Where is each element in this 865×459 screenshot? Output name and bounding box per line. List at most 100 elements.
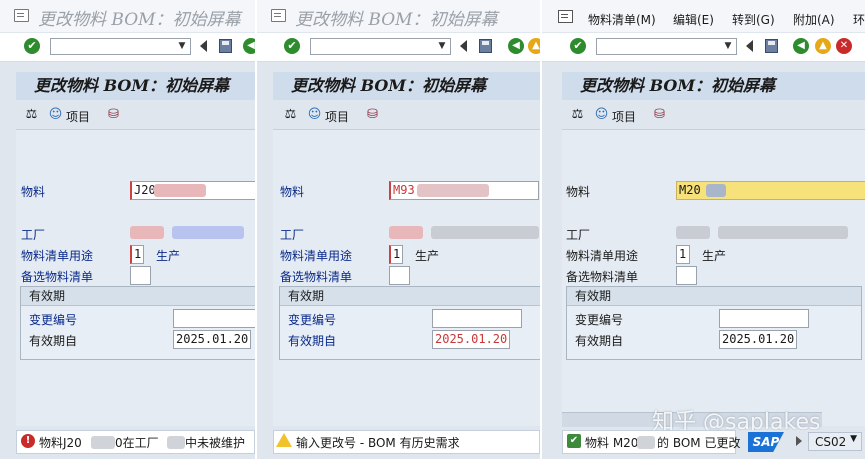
transaction-code: CS02 bbox=[815, 435, 847, 449]
validity-group-title: 有效期 bbox=[21, 287, 255, 306]
bom-usage-text: 生产 bbox=[415, 249, 440, 263]
bom-usage-label: 物料清单用途 bbox=[566, 249, 639, 263]
back-green-icon[interactable]: ◀ bbox=[243, 38, 255, 54]
success-check-icon: ✔ bbox=[567, 434, 581, 448]
chevron-down-icon[interactable]: ▼ bbox=[722, 40, 734, 53]
alt-bom-input[interactable] bbox=[389, 266, 410, 285]
bom-usage-label: 物料清单用途 bbox=[21, 249, 94, 263]
application-toolbar: ⚖ ☺ 项目 ⛁ bbox=[273, 101, 540, 130]
enter-check-icon[interactable]: ✔ bbox=[570, 38, 586, 54]
hierarchy-icon[interactable]: ⚖ bbox=[283, 107, 298, 122]
valid-from-label: 有效期自 bbox=[288, 334, 337, 348]
change-number-input[interactable] bbox=[719, 309, 809, 328]
save-icon[interactable] bbox=[479, 39, 492, 53]
back-arrow-icon[interactable] bbox=[746, 40, 753, 52]
window-title: 更改物料 BOM：初始屏幕 bbox=[295, 10, 498, 30]
alt-bom-input[interactable] bbox=[130, 266, 151, 285]
enter-check-icon[interactable]: ✔ bbox=[24, 38, 40, 54]
print-icon[interactable]: ⛁ bbox=[106, 107, 121, 122]
status-message: 输入更改号 - BOM 有历史需求 bbox=[296, 436, 460, 450]
window-title-bar: 更改物料 BOM：初始屏幕 bbox=[257, 0, 540, 32]
back-arrow-icon[interactable] bbox=[200, 40, 207, 52]
window-menu-icon[interactable] bbox=[271, 9, 286, 22]
chevron-down-icon[interactable]: ▼ bbox=[176, 40, 188, 53]
item-button-label[interactable]: 项目 bbox=[612, 108, 636, 125]
valid-from-input[interactable]: 2025.01.20 bbox=[173, 330, 251, 349]
back-green-icon[interactable]: ◀ bbox=[793, 38, 809, 54]
bom-usage-label: 物料清单用途 bbox=[280, 249, 353, 263]
valid-from-input[interactable]: 2025.01.20 bbox=[432, 330, 510, 349]
menu-bom[interactable]: 物料清单(M) bbox=[588, 11, 656, 28]
change-number-input[interactable] bbox=[173, 309, 255, 328]
material-blur bbox=[706, 184, 726, 197]
initial-screen-form: 物料 J20 工厂 物料清单用途 1 生产 备选物料清单 有效期 变更编号 有效… bbox=[16, 130, 255, 426]
sap-window-2: 更改物料 BOM：初始屏幕 ✔ ▼ ◀ ▲ 更改物料 BOM：初始屏幕 ⚖ ☺ … bbox=[257, 0, 540, 459]
item-person-icon[interactable]: ☺ bbox=[307, 107, 322, 122]
status-bar: 输入更改号 - BOM 有历史需求 bbox=[273, 430, 540, 454]
expand-arrow-icon[interactable] bbox=[796, 436, 802, 446]
change-number-label: 变更编号 bbox=[29, 313, 78, 327]
window-title-bar: 更改物料 BOM：初始屏幕 bbox=[0, 0, 255, 32]
command-field[interactable]: ▼ bbox=[50, 38, 191, 55]
bom-usage-text: 生产 bbox=[702, 249, 727, 263]
validity-group: 有效期 变更编号 有效期自 2025.01.20 bbox=[20, 286, 255, 360]
sap-logo: SAP bbox=[748, 432, 784, 452]
material-blur bbox=[154, 184, 206, 197]
hierarchy-icon[interactable]: ⚖ bbox=[24, 107, 39, 122]
status-blur bbox=[637, 436, 655, 449]
screen-title: 更改物料 BOM：初始屏幕 bbox=[562, 72, 865, 100]
bom-usage-input[interactable]: 1 bbox=[676, 245, 690, 264]
menu-environment[interactable]: 环 bbox=[853, 11, 865, 28]
bom-usage-input[interactable]: 1 bbox=[130, 245, 144, 264]
save-icon[interactable] bbox=[219, 39, 232, 53]
chevron-down-icon[interactable]: ▼ bbox=[436, 40, 448, 53]
change-number-label: 变更编号 bbox=[575, 313, 624, 327]
transaction-box[interactable]: CS02 ▼ bbox=[808, 432, 862, 451]
plant-text-blur bbox=[718, 226, 848, 239]
error-icon: ! bbox=[21, 434, 35, 448]
command-field[interactable]: ▼ bbox=[596, 38, 737, 55]
item-button-label[interactable]: 项目 bbox=[66, 108, 90, 125]
exit-icon[interactable]: ▲ bbox=[528, 38, 540, 54]
enter-check-icon[interactable]: ✔ bbox=[284, 38, 300, 54]
menu-goto[interactable]: 转到(G) bbox=[732, 11, 775, 28]
alt-bom-input[interactable] bbox=[676, 266, 697, 285]
window-menu-icon[interactable] bbox=[558, 10, 573, 23]
menu-bar: 物料清单(M) 编辑(E) 转到(G) 附加(A) 环 bbox=[542, 0, 865, 32]
change-number-input[interactable] bbox=[432, 309, 522, 328]
initial-screen-form: 物料 M93 工厂 物料清单用途 1 生产 备选物料清单 有效期 变更编号 有效… bbox=[273, 130, 540, 426]
alt-bom-label: 备选物料清单 bbox=[21, 270, 94, 284]
window-menu-icon[interactable] bbox=[14, 9, 29, 22]
print-icon[interactable]: ⛁ bbox=[652, 107, 667, 122]
item-button-label[interactable]: 项目 bbox=[325, 108, 349, 125]
change-number-label: 变更编号 bbox=[288, 313, 337, 327]
material-input[interactable]: M20 bbox=[676, 181, 865, 200]
status-bar: ! 物料J20 0在工厂 中未被维护 bbox=[16, 430, 255, 454]
menu-edit[interactable]: 编辑(E) bbox=[673, 11, 714, 28]
plant-label: 工厂 bbox=[280, 228, 305, 242]
system-toolbar: ✔ ▼ ◀ bbox=[0, 33, 255, 62]
item-person-icon[interactable]: ☺ bbox=[594, 107, 609, 122]
back-arrow-icon[interactable] bbox=[460, 40, 467, 52]
item-person-icon[interactable]: ☺ bbox=[48, 107, 63, 122]
validity-group: 有效期 变更编号 有效期自 2025.01.20 bbox=[279, 286, 540, 360]
chevron-down-icon[interactable]: ▼ bbox=[850, 434, 857, 444]
save-icon[interactable] bbox=[765, 39, 778, 53]
initial-screen-form: 物料 M20 工厂 物料清单用途 1 生产 备选物料清单 有效期 变更编号 有效… bbox=[562, 130, 865, 426]
menu-extras[interactable]: 附加(A) bbox=[793, 11, 835, 28]
back-green-icon[interactable]: ◀ bbox=[508, 38, 524, 54]
status-message-part1: 物料 M20 bbox=[585, 436, 639, 450]
print-icon[interactable]: ⛁ bbox=[365, 107, 380, 122]
status-blur-1 bbox=[91, 436, 115, 449]
status-message-part3: 中未被维护 bbox=[185, 436, 246, 450]
status-message-part1: 物料J20 bbox=[39, 436, 82, 450]
bom-usage-input[interactable]: 1 bbox=[389, 245, 403, 264]
plant-label: 工厂 bbox=[566, 228, 591, 242]
valid-from-input[interactable]: 2025.01.20 bbox=[719, 330, 797, 349]
system-toolbar: ✔ ▼ ◀ ▲ bbox=[257, 33, 540, 62]
hierarchy-icon[interactable]: ⚖ bbox=[570, 107, 585, 122]
command-field[interactable]: ▼ bbox=[310, 38, 451, 55]
exit-icon[interactable]: ▲ bbox=[815, 38, 831, 54]
cancel-icon[interactable]: ✕ bbox=[836, 38, 852, 54]
material-label: 物料 bbox=[21, 185, 46, 199]
